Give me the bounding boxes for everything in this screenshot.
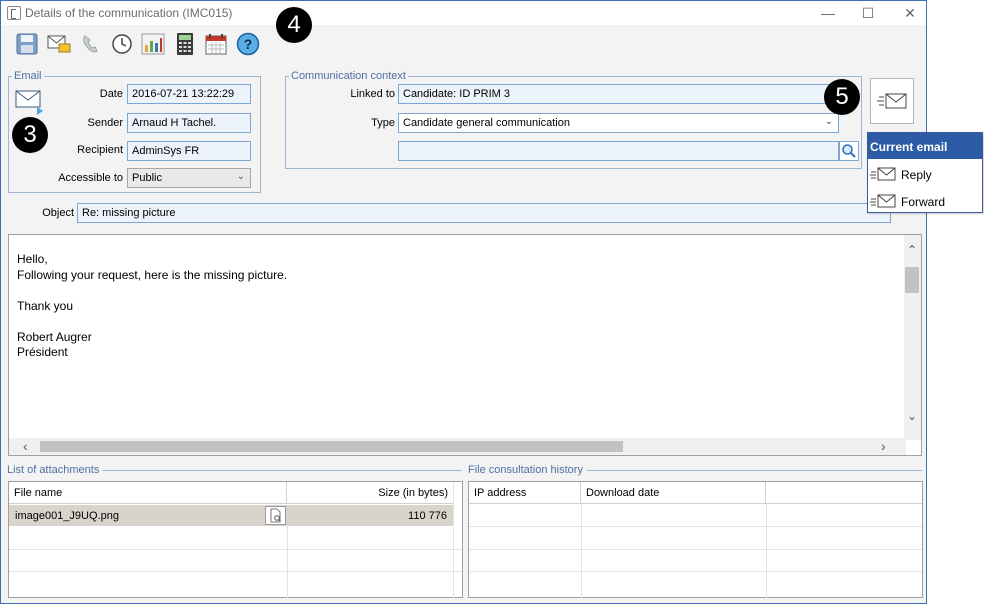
menu-header: Current email <box>868 133 982 159</box>
communication-window: Details of the communication (IMC015) — … <box>0 0 927 604</box>
attachment-size: 110 776 <box>408 510 447 522</box>
row-divider <box>469 526 922 527</box>
sender-field[interactable]: Arnaud H Tachel. <box>127 113 251 133</box>
annotation-badge-4: 4 <box>276 7 312 43</box>
message-line: Thank you <box>17 298 74 313</box>
column-ip-address[interactable]: IP address <box>469 482 581 504</box>
toolbar: ? <box>1 25 926 61</box>
current-email-menu: Current email Reply Forward <box>867 132 983 213</box>
object-label: Object <box>42 207 74 219</box>
column-divider <box>453 482 454 598</box>
type-value: Candidate general communication <box>403 117 570 129</box>
type-select[interactable]: Candidate general communication ⌄ <box>398 113 839 133</box>
column-divider <box>287 526 288 598</box>
column-filler <box>766 482 922 504</box>
date-label: Date <box>99 88 123 100</box>
linked-to-label: Linked to <box>350 88 395 100</box>
svg-text:?: ? <box>244 36 253 52</box>
search-button[interactable] <box>839 141 859 161</box>
menu-item-label: Reply <box>901 168 932 182</box>
recipient-field[interactable]: AdminSys FR <box>127 141 251 161</box>
column-file-name[interactable]: File name <box>9 482 287 504</box>
maximize-button[interactable]: ☐ <box>853 3 883 23</box>
message-line: Following your request, here is the miss… <box>17 267 288 282</box>
recipient-label: Recipient <box>77 144 123 156</box>
menu-item-reply[interactable]: Reply <box>868 161 982 187</box>
save-icon[interactable] <box>15 32 39 56</box>
accessible-value: Public <box>132 172 162 184</box>
date-field[interactable]: 2016-07-21 13:22:29 <box>127 84 251 104</box>
context-search-input[interactable] <box>398 141 839 161</box>
message-line <box>17 283 287 299</box>
forward-envelope-icon <box>870 194 896 208</box>
annotation-badge-5: 5 <box>824 79 860 115</box>
menu-item-label: Forward <box>901 195 946 209</box>
reply-envelope-icon <box>870 167 896 181</box>
column-divider <box>766 504 767 598</box>
history-table: IP address Download date <box>468 481 923 598</box>
table-row[interactable]: image001_J9UQ.png 110 776 <box>9 505 453 526</box>
sender-label: Sender <box>87 117 123 129</box>
message-line: Hello, <box>17 252 48 266</box>
row-divider <box>469 549 922 550</box>
preview-button[interactable] <box>265 506 286 525</box>
message-line: Président <box>17 345 68 359</box>
chart-icon[interactable] <box>141 32 165 56</box>
annotation-badge-3: 3 <box>12 117 48 153</box>
email-envelope-icon <box>15 89 47 118</box>
envelope-send-icon <box>877 93 907 109</box>
send-email-icon[interactable] <box>47 32 71 56</box>
linked-to-field[interactable]: Candidate: ID PRIM 3 <box>398 84 839 104</box>
phone-icon[interactable] <box>79 32 103 56</box>
message-line <box>17 314 287 330</box>
document-preview-icon <box>270 508 281 523</box>
help-icon[interactable]: ? <box>236 32 260 56</box>
vertical-scrollbar[interactable]: ⌃ ⌄ <box>904 235 921 440</box>
message-line: Robert Augrer <box>17 329 92 344</box>
history-icon[interactable] <box>110 32 134 56</box>
email-group-title: Email <box>12 70 44 82</box>
accessible-select[interactable]: Public ⌄ <box>127 168 251 188</box>
close-button[interactable]: ✕ <box>895 3 925 23</box>
attachment-file-name: image001_J9UQ.png <box>15 510 119 522</box>
minimize-button[interactable]: — <box>813 3 843 23</box>
window-title: Details of the communication (IMC015) <box>25 6 233 20</box>
object-field[interactable]: Re: missing picture <box>77 203 891 223</box>
calendar-icon[interactable] <box>204 32 228 56</box>
message-body: Hello, Following your request, here is t… <box>17 252 287 361</box>
app-icon <box>7 6 21 20</box>
search-icon <box>842 144 856 158</box>
row-divider <box>469 571 922 572</box>
context-group-title: Communication context <box>289 70 408 82</box>
scroll-up-icon[interactable]: ⌃ <box>907 243 917 257</box>
column-divider <box>581 504 582 598</box>
chevron-down-icon: ⌄ <box>236 171 245 182</box>
menu-item-forward[interactable]: Forward <box>868 188 982 214</box>
column-download-date[interactable]: Download date <box>581 482 766 504</box>
calculator-icon[interactable] <box>173 32 197 56</box>
attachments-separator <box>97 470 462 471</box>
scroll-left-icon[interactable]: ‹ <box>23 438 28 454</box>
title-bar: Details of the communication (IMC015) — … <box>1 1 926 25</box>
horizontal-scrollbar[interactable]: ‹ › <box>9 438 906 455</box>
history-title: File consultation history <box>468 464 587 476</box>
type-label: Type <box>371 117 395 129</box>
scroll-down-icon[interactable]: ⌄ <box>907 409 917 423</box>
vertical-scroll-thumb[interactable] <box>905 267 919 293</box>
email-actions-button[interactable] <box>870 78 914 124</box>
column-size[interactable]: Size (in bytes) <box>287 482 453 504</box>
attachments-title: List of attachments <box>7 464 104 476</box>
attachments-table: File name Size (in bytes) image001_J9UQ.… <box>8 481 463 598</box>
accessible-label: Accessible to <box>58 172 123 184</box>
horizontal-scroll-thumb[interactable] <box>40 441 623 452</box>
chevron-down-icon: ⌄ <box>824 116 833 127</box>
scroll-right-icon[interactable]: › <box>881 438 886 454</box>
row-divider <box>9 549 462 550</box>
message-editor[interactable]: Hello, Following your request, here is t… <box>8 234 922 456</box>
row-divider <box>9 571 462 572</box>
context-group: Communication context Linked to Candidat… <box>285 70 862 169</box>
history-separator <box>576 470 922 471</box>
